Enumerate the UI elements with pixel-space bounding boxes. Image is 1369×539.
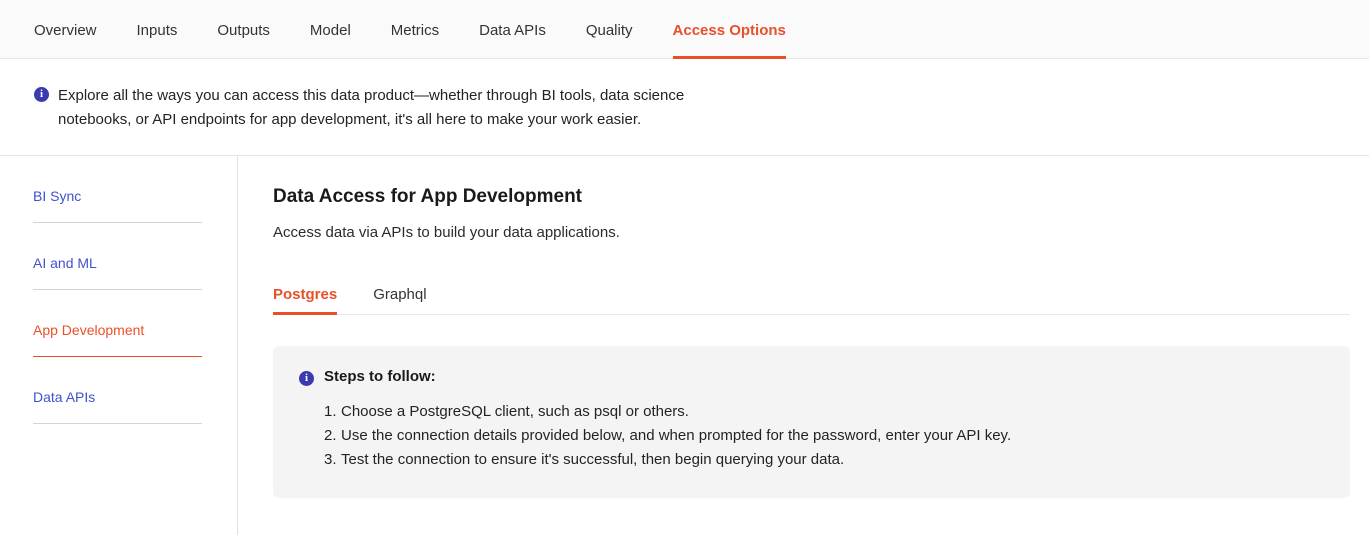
step-text: Use the connection details provided belo… bbox=[341, 427, 1012, 445]
info-banner-text: Explore all the ways you can access this… bbox=[58, 87, 685, 129]
tab-metrics[interactable]: Metrics bbox=[391, 23, 439, 58]
access-method-tabs: Postgres Graphql bbox=[273, 279, 1350, 316]
sidebar-item-data-apis[interactable]: Data APIs bbox=[33, 357, 202, 424]
page-subtitle: Access data via APIs to build your data … bbox=[273, 224, 620, 242]
step-number: 1. bbox=[324, 403, 337, 421]
sidebar-item-ai-and-ml[interactable]: AI and ML bbox=[33, 223, 202, 290]
content-area: BI Sync AI and ML App Development Data A… bbox=[0, 155, 1369, 535]
steps-header: i Steps to follow: bbox=[299, 368, 1324, 387]
step-number: 2. bbox=[324, 427, 337, 445]
steps-title: Steps to follow: bbox=[324, 368, 436, 386]
step-number: 3. bbox=[324, 451, 337, 469]
tab-access-options[interactable]: Access Options bbox=[672, 23, 787, 59]
tab-postgres[interactable]: Postgres bbox=[273, 287, 338, 316]
top-navigation: Overview Inputs Outputs Model Metrics Da… bbox=[0, 0, 1369, 59]
tab-model[interactable]: Model bbox=[310, 23, 351, 58]
list-item: 2. Use the connection details provided b… bbox=[324, 424, 1324, 448]
page-title: Data Access for App Development bbox=[273, 185, 583, 207]
info-banner: i Explore all the ways you can access th… bbox=[0, 59, 1369, 156]
list-item: 3. Test the connection to ensure it's su… bbox=[324, 448, 1324, 472]
tab-quality[interactable]: Quality bbox=[586, 23, 633, 58]
sidebar-item-bi-sync[interactable]: BI Sync bbox=[33, 189, 202, 223]
tab-outputs[interactable]: Outputs bbox=[217, 23, 270, 58]
tab-inputs[interactable]: Inputs bbox=[137, 23, 178, 58]
step-text: Choose a PostgreSQL client, such as psql… bbox=[341, 403, 689, 421]
info-icon: i bbox=[299, 371, 314, 387]
info-icon: i bbox=[34, 87, 49, 102]
sidebar-item-app-development[interactable]: App Development bbox=[33, 290, 202, 357]
step-text: Test the connection to ensure it's succe… bbox=[341, 451, 845, 469]
main-panel: Data Access for App Development Access d… bbox=[238, 156, 1369, 535]
steps-list: 1. Choose a PostgreSQL client, such as p… bbox=[324, 400, 1324, 472]
steps-panel: i Steps to follow: 1. Choose a PostgreSQ… bbox=[273, 346, 1350, 499]
tab-graphql[interactable]: Graphql bbox=[373, 287, 426, 314]
list-item: 1. Choose a PostgreSQL client, such as p… bbox=[324, 400, 1324, 424]
tab-overview[interactable]: Overview bbox=[34, 23, 97, 58]
sidebar: BI Sync AI and ML App Development Data A… bbox=[0, 155, 238, 535]
tab-data-apis[interactable]: Data APIs bbox=[479, 23, 546, 58]
